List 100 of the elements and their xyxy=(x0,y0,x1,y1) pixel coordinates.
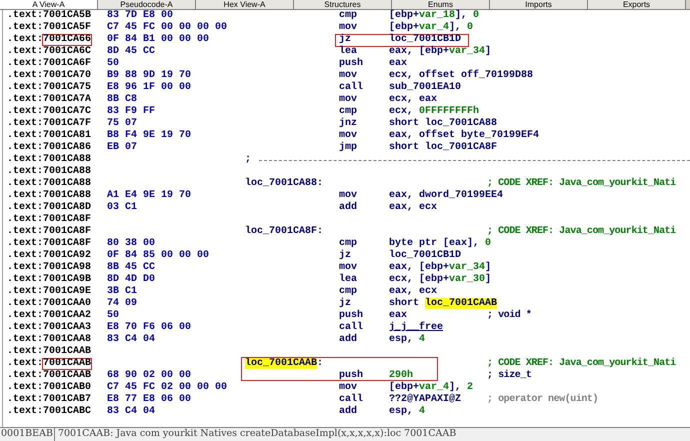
operands: loc_7001CB1D xyxy=(389,34,462,46)
mnemonic: mov xyxy=(339,94,358,106)
mnemonic: cmp xyxy=(339,10,358,22)
opcode-bytes: 68 90 02 00 00 xyxy=(107,370,192,382)
comment: ; operator new(uint) xyxy=(487,394,598,406)
address: 7001CA7C xyxy=(43,106,92,118)
code-label: loc_7001CA88: xyxy=(245,178,324,190)
mnemonic: jz xyxy=(339,298,352,310)
operands: ecx, [ebp+var_30] xyxy=(389,274,492,286)
operands: short loc_7001CA88 xyxy=(389,118,498,130)
code-label: loc_7001CAAB: xyxy=(245,358,324,370)
opcode-bytes: B8 F4 9E 19 70 xyxy=(107,130,192,142)
mnemonic: jmp xyxy=(339,142,358,154)
segment-prefix: .text: xyxy=(7,214,44,226)
mnemonic: jz xyxy=(339,250,352,262)
segment-prefix: .text: xyxy=(7,382,44,394)
segment-prefix: .text: xyxy=(7,154,44,166)
status-offset: 0001BEAB xyxy=(0,427,55,441)
mnemonic: add xyxy=(339,334,358,346)
opcode-bytes: 74 09 xyxy=(107,298,138,310)
comment: ; size_t xyxy=(487,370,532,382)
address: 7001CA6F xyxy=(43,58,92,70)
segment-prefix: .text: xyxy=(7,286,44,298)
opcode-bytes: 83 C4 04 xyxy=(107,334,156,346)
address: 7001CAAB xyxy=(43,346,92,358)
mnemonic: lea xyxy=(339,274,358,286)
mnemonic: jnz xyxy=(339,118,358,130)
operands: ecx, 0FFFFFFFFh xyxy=(389,106,480,118)
address: 7001CA8D xyxy=(43,202,92,214)
segment-prefix: .text: xyxy=(7,46,44,58)
segment-prefix: .text: xyxy=(7,190,44,202)
address: 7001CA88 xyxy=(43,154,92,166)
address: 7001CA92 xyxy=(43,250,92,262)
segment-prefix: .text: xyxy=(7,334,44,346)
segment-prefix: .text: xyxy=(7,238,44,250)
segment-prefix: .text: xyxy=(7,10,44,22)
address: 7001CABC xyxy=(43,406,92,418)
opcode-bytes: 8B 45 CC xyxy=(107,262,156,274)
address: 7001CAB7 xyxy=(43,394,92,406)
tab[interactable]: Imports xyxy=(490,0,588,9)
address: 7001CA8F xyxy=(43,238,92,250)
address: 7001CAB0 xyxy=(43,382,92,394)
tab[interactable]: Pseudocode-A xyxy=(98,0,196,9)
segment-prefix: .text: xyxy=(7,370,44,382)
opcode-bytes: C7 45 FC 00 00 00 00 xyxy=(107,22,228,34)
mnemonic: mov xyxy=(339,70,358,82)
opcode-bytes: C7 45 FC 02 00 00 00 xyxy=(107,382,228,394)
address: 7001CA5B xyxy=(43,10,92,22)
mnemonic: cmp xyxy=(339,286,358,298)
segment-prefix: .text: xyxy=(7,178,44,190)
opcode-bytes: 80 38 00 xyxy=(107,238,156,250)
opcode-bytes: 8D 4D D0 xyxy=(107,274,156,286)
address: 7001CA75 xyxy=(43,82,92,94)
operands: byte ptr [eax], 0 xyxy=(389,238,492,250)
comment: ; CODE XREF: Java_com_yourkit_Nati xyxy=(487,178,676,190)
operands: eax xyxy=(389,310,408,322)
address: 7001CA88 xyxy=(43,190,92,202)
opcode-bytes: 83 7D E8 00 xyxy=(107,10,174,22)
address: 7001CA7A xyxy=(43,94,92,106)
address: 7001CA6C xyxy=(43,46,92,58)
mnemonic: mov xyxy=(339,382,358,394)
tab[interactable]: Hex View-A xyxy=(196,0,294,9)
address: 7001CA70 xyxy=(43,70,92,82)
opcode-bytes: 75 07 xyxy=(107,118,138,130)
address: 7001CA66 xyxy=(42,34,92,46)
tab[interactable]: A View-A xyxy=(0,0,98,9)
address: 7001CA5F xyxy=(43,22,92,34)
opcode-bytes: 3B C1 xyxy=(107,286,138,298)
opcode-bytes: B9 88 9D 19 70 xyxy=(107,70,192,82)
address: 7001CAA8 xyxy=(43,334,92,346)
segment-prefix: .text: xyxy=(7,94,44,106)
comment: ; CODE XREF: Java_com_yourkit_Nati xyxy=(487,358,676,370)
mnemonic: push xyxy=(339,310,364,322)
opcode-bytes: 8B C8 xyxy=(107,94,138,106)
mnemonic: call xyxy=(339,82,364,94)
mnemonic: mov xyxy=(339,22,358,34)
code-label: loc_7001CA8F: xyxy=(245,226,324,238)
operands: ??2@YAPAXI@Z xyxy=(389,394,462,406)
segment-prefix: .text: xyxy=(7,346,44,358)
operands: short loc_7001CA8F xyxy=(389,142,498,154)
mnemonic: call xyxy=(339,322,364,334)
segment-prefix: .text: xyxy=(7,58,44,70)
address: 7001CA86 xyxy=(43,142,92,154)
address: 7001CAA2 xyxy=(43,310,92,322)
opcode-bytes: 50 xyxy=(107,58,120,70)
tab[interactable]: Exports xyxy=(588,0,686,9)
tab[interactable]: Structures xyxy=(294,0,392,9)
tab[interactable]: Enums xyxy=(392,0,490,9)
mnemonic: mov xyxy=(339,190,358,202)
address: 7001CAAB xyxy=(42,358,92,370)
opcode-bytes: E8 96 1F 00 00 xyxy=(107,82,192,94)
status-location: 7001CAAB: Java com yourkit Natives createDatabaseImpl(x,x,x,x,x):loc 7001CAAB xyxy=(56,427,456,441)
segment-prefix: .text: xyxy=(7,34,44,46)
segment-prefix: .text: xyxy=(7,250,44,262)
operands: eax, dword_70199EE4 xyxy=(389,190,504,202)
mnemonic: push xyxy=(339,58,364,70)
mnemonic: add xyxy=(339,202,358,214)
operands: ecx, offset off_70199D88 xyxy=(389,70,534,82)
operands: j_j__free xyxy=(389,322,444,334)
segment-prefix: .text: xyxy=(7,406,44,418)
